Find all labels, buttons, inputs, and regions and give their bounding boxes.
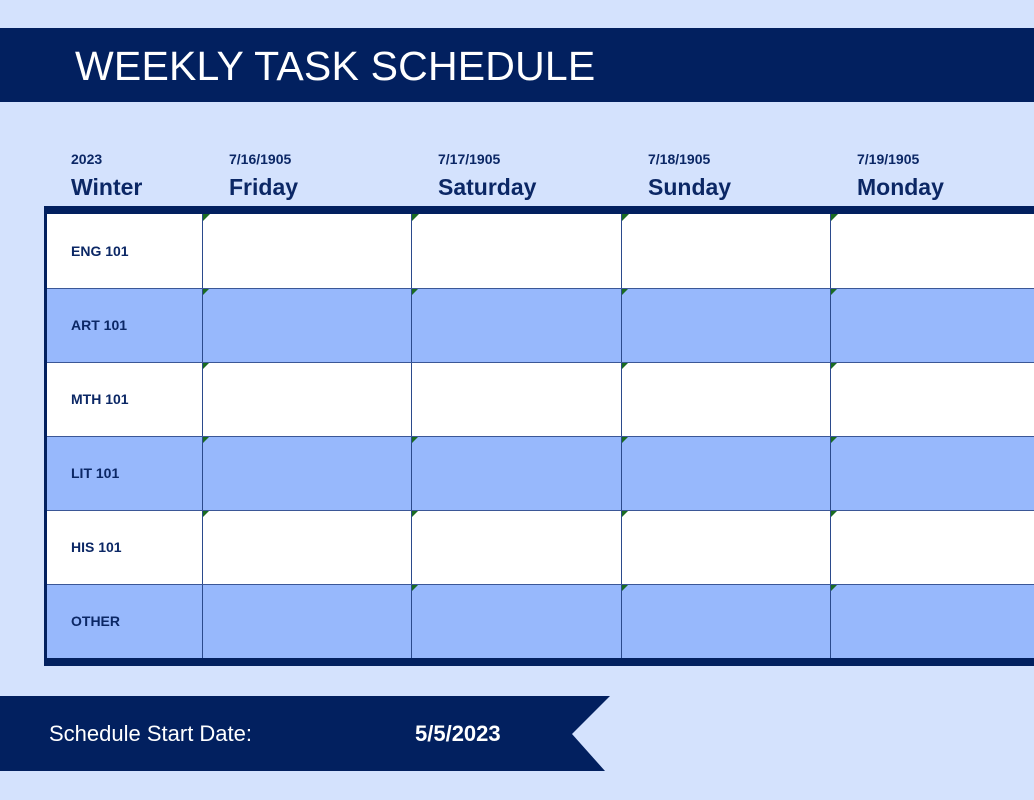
day-name: Monday: [857, 174, 944, 200]
table-row: OTHER: [47, 584, 1034, 658]
cell-comment-indicator-icon: [203, 214, 210, 221]
cell-comment-indicator-icon: [831, 436, 838, 443]
cell-comment-indicator-icon: [831, 362, 838, 369]
start-date-ribbon: Schedule Start Date: 5/5/2023: [0, 696, 610, 771]
day-name: Sunday: [648, 174, 732, 200]
schedule-cell[interactable]: [621, 436, 830, 510]
day-date: 7/16/1905: [229, 151, 292, 167]
day-header: 7/18/1905 Sunday: [648, 150, 731, 204]
row-label: HIS 101: [71, 539, 122, 555]
table-bottom-border: [44, 659, 1034, 666]
row-divider: [47, 584, 1034, 585]
term-year: 2023: [71, 151, 103, 167]
table-row: ART 101: [47, 288, 1034, 362]
cell-comment-indicator-icon: [412, 288, 419, 295]
cell-comment-indicator-icon: [203, 510, 210, 517]
row-divider: [47, 362, 1034, 363]
cell-comment-indicator-icon: [831, 510, 838, 517]
table-top-border: [44, 206, 1034, 214]
schedule-cell[interactable]: [411, 584, 621, 658]
schedule-cell[interactable]: [202, 510, 411, 584]
schedule-cell[interactable]: [411, 214, 621, 288]
cell-comment-indicator-icon: [412, 214, 419, 221]
schedule-cell[interactable]: [202, 288, 411, 362]
schedule-cell[interactable]: [411, 288, 621, 362]
schedule-cell[interactable]: [830, 362, 1034, 436]
day-name: Saturday: [438, 174, 537, 200]
schedule-cell[interactable]: [202, 214, 411, 288]
cell-comment-indicator-icon: [412, 510, 419, 517]
cell-comment-indicator-icon: [831, 584, 838, 591]
cell-comment-indicator-icon: [622, 584, 629, 591]
day-date: 7/17/1905: [438, 151, 501, 167]
cell-comment-indicator-icon: [622, 214, 629, 221]
row-divider: [47, 436, 1034, 437]
term-season: Winter: [71, 174, 143, 200]
schedule-cell[interactable]: [202, 584, 411, 658]
day-date: 7/19/1905: [857, 151, 920, 167]
cell-comment-indicator-icon: [412, 436, 419, 443]
cell-comment-indicator-icon: [203, 288, 210, 295]
cell-comment-indicator-icon: [622, 510, 629, 517]
row-label: LIT 101: [71, 465, 120, 481]
row-label: ENG 101: [71, 243, 129, 259]
day-header: 7/19/1905 Monday: [857, 150, 944, 204]
cell-comment-indicator-icon: [831, 214, 838, 221]
row-label: OTHER: [71, 613, 120, 629]
row-label: MTH 101: [71, 391, 129, 407]
schedule-cell[interactable]: [202, 362, 411, 436]
cell-comment-indicator-icon: [622, 436, 629, 443]
cell-comment-indicator-icon: [203, 362, 210, 369]
schedule-cell[interactable]: [202, 436, 411, 510]
table-row: HIS 101: [47, 510, 1034, 584]
schedule-cell[interactable]: [830, 436, 1034, 510]
schedule-cell[interactable]: [411, 436, 621, 510]
row-divider: [47, 288, 1034, 289]
schedule-cell[interactable]: [411, 362, 621, 436]
start-date-value[interactable]: 5/5/2023: [415, 696, 501, 771]
day-name: Friday: [229, 174, 299, 200]
day-header: 7/17/1905 Saturday: [438, 150, 536, 204]
schedule-cell[interactable]: [621, 214, 830, 288]
cell-comment-indicator-icon: [203, 436, 210, 443]
schedule-cell[interactable]: [830, 288, 1034, 362]
term-header: 2023 Winter: [71, 150, 142, 204]
row-label: ART 101: [71, 317, 128, 333]
day-header: 7/16/1905 Friday: [229, 150, 298, 204]
schedule-table: ENG 101 ART 101 MTH 101 LIT 101 HIS 101 OTHER: [44, 206, 1034, 666]
schedule-cell[interactable]: [830, 584, 1034, 658]
table-row: ENG 101: [47, 214, 1034, 288]
cell-comment-indicator-icon: [412, 584, 419, 591]
schedule-cell[interactable]: [621, 584, 830, 658]
schedule-cell[interactable]: [830, 510, 1034, 584]
table-row: MTH 101: [47, 362, 1034, 436]
table-row: LIT 101: [47, 436, 1034, 510]
start-date-label: Schedule Start Date:: [49, 721, 253, 746]
schedule-cell[interactable]: [621, 510, 830, 584]
schedule-cell[interactable]: [830, 214, 1034, 288]
cell-comment-indicator-icon: [622, 288, 629, 295]
schedule-cell[interactable]: [411, 510, 621, 584]
cell-comment-indicator-icon: [622, 362, 629, 369]
page-title: WEEKLY TASK SCHEDULE: [75, 43, 596, 89]
schedule-cell[interactable]: [621, 362, 830, 436]
day-date: 7/18/1905: [648, 151, 711, 167]
row-divider: [47, 510, 1034, 511]
schedule-cell[interactable]: [621, 288, 830, 362]
cell-comment-indicator-icon: [831, 288, 838, 295]
